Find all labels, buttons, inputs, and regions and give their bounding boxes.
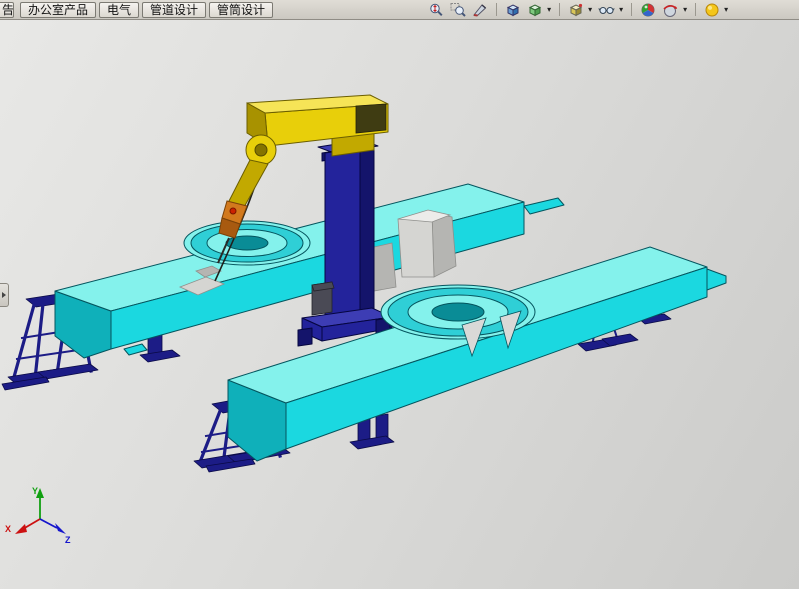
feature-panel-flyout-handle[interactable] bbox=[0, 283, 9, 307]
viewport-canvas[interactable]: Y X Z bbox=[0, 20, 799, 589]
toolbar-tab-piping-design[interactable]: 管道设计 bbox=[142, 2, 206, 18]
graphics-viewport[interactable]: Y X Z bbox=[0, 20, 799, 589]
toolbar-separator bbox=[695, 3, 696, 16]
zoom-in-out-icon[interactable] bbox=[426, 1, 446, 18]
display-style-dropdown-arrow[interactable]: ▾ bbox=[547, 1, 551, 18]
triad-z-label: Z bbox=[65, 535, 71, 545]
triad-x-label: X bbox=[5, 524, 11, 534]
toolbar-tab-office-products[interactable]: 办公室产品 bbox=[20, 2, 96, 18]
zoom-to-area-icon[interactable] bbox=[448, 1, 468, 18]
toolbar-tab-electrical[interactable]: 电气 bbox=[99, 2, 139, 18]
toolbar-tab-partial[interactable]: 告 bbox=[0, 2, 14, 18]
hide-show-dropdown-arrow[interactable]: ▾ bbox=[588, 1, 592, 18]
triad-y-label: Y bbox=[32, 486, 38, 496]
toolbar-tab-tube-design[interactable]: 管筒设计 bbox=[209, 2, 273, 18]
display-style-icon[interactable] bbox=[525, 1, 545, 18]
toolbar-separator bbox=[559, 3, 560, 16]
top-toolbar: 告 办公室产品 电气 管道设计 管筒设计 ▾ ▾ bbox=[0, 0, 799, 20]
lighting-ball-icon[interactable] bbox=[702, 1, 722, 18]
apply-scene-ball-icon[interactable] bbox=[660, 1, 681, 18]
toolbar-separator bbox=[496, 3, 497, 16]
view-orientation-cube-icon[interactable] bbox=[503, 1, 523, 18]
hide-show-items-icon[interactable] bbox=[566, 1, 586, 18]
edit-appearance-ball-icon[interactable] bbox=[638, 1, 658, 18]
apply-scene-dropdown-arrow[interactable]: ▾ bbox=[683, 1, 687, 18]
lighting-dropdown-arrow[interactable]: ▾ bbox=[724, 1, 728, 18]
orientation-triad: Y X Z bbox=[5, 486, 71, 545]
section-view-icon[interactable] bbox=[470, 1, 490, 18]
cad-application-window: 告 办公室产品 电气 管道设计 管筒设计 ▾ ▾ bbox=[0, 0, 799, 589]
eyeglasses-dropdown-arrow[interactable]: ▾ bbox=[619, 1, 623, 18]
view-toolbar: ▾ ▾ ▾ ▾ ▾ bbox=[426, 1, 730, 18]
eyeglasses-icon[interactable] bbox=[596, 1, 617, 18]
toolbar-separator bbox=[631, 3, 632, 16]
